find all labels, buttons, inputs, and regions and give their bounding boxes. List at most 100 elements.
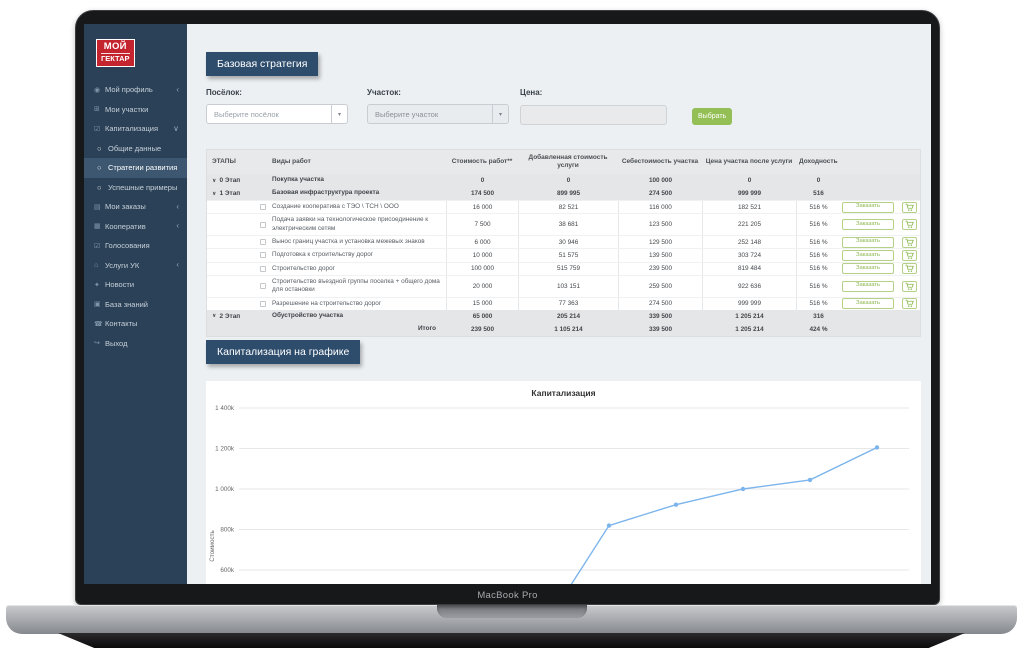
sidebar-menu: ◉ Мой профиль ‹ ⊞ Мои участки ☑ Капитали… — [84, 80, 187, 353]
order-button[interactable]: Заказать — [842, 237, 894, 248]
cart-icon — [905, 264, 914, 273]
cart-icon — [905, 203, 914, 212]
stage-toggle-icon[interactable]: ∨ — [212, 178, 216, 184]
work-row: Создание кооператива с ТЭО \ ТСН \ ООО 1… — [207, 200, 920, 213]
sidebar-item-development-strategies[interactable]: ○ Стратегии развития — [84, 158, 187, 178]
sidebar-item-cooperative[interactable]: ▦ Кооператив ‹ — [84, 217, 187, 237]
plot-select[interactable]: Выберите участок ▾ — [367, 104, 509, 124]
orders-icon: ▤ — [94, 203, 105, 211]
chart-section-title: Капитализация на графике — [206, 340, 360, 364]
work-row: Строительство дорог 100 000 515 759 239 … — [207, 262, 920, 275]
cart-button[interactable] — [902, 237, 917, 248]
logo-line1: МОЙ — [101, 42, 130, 52]
svg-text:Стоимость: Стоимость — [209, 530, 216, 562]
sidebar-item-logout[interactable]: ↪ Выход — [84, 334, 187, 354]
cart-icon — [905, 299, 914, 308]
chevron-left-icon: ‹ — [176, 86, 179, 94]
sidebar-item-profile[interactable]: ◉ Мой профиль ‹ — [84, 80, 187, 100]
plot-label: Участок: — [367, 88, 509, 97]
laptop-underside — [58, 633, 965, 648]
order-button[interactable]: Заказать — [842, 250, 894, 261]
cart-button[interactable] — [902, 298, 917, 309]
row-checkbox[interactable] — [260, 204, 266, 210]
deck-notch — [437, 605, 587, 618]
cart-icon — [905, 251, 914, 260]
logo-line2: ГЕКТАР — [101, 53, 130, 63]
row-checkbox[interactable] — [260, 283, 266, 289]
app-screen: МОЙ ГЕКТАР ◉ Мой профиль ‹ ⊞ Мои участки… — [84, 24, 931, 584]
village-select[interactable]: Выберите посёлок ▾ — [206, 104, 348, 124]
news-icon: ✦ — [94, 281, 105, 289]
work-row: Подготовка к строительству дорог 10 000 … — [207, 248, 920, 261]
chart-title: Капитализация — [206, 388, 921, 398]
sidebar-item-contacts[interactable]: ☎ Контакты — [84, 314, 187, 334]
works-table: ЭТАПЫ Виды работ Стоимость работ** Добав… — [206, 149, 921, 337]
chevron-left-icon: ‹ — [176, 203, 179, 211]
sidebar-item-news[interactable]: ✦ Новости — [84, 275, 187, 295]
order-button[interactable]: Заказать — [842, 263, 894, 274]
sidebar-item-uk-services[interactable]: ⌂ Услуги УК ‹ — [84, 256, 187, 276]
work-row: Вынос границ участка и установка межевых… — [207, 235, 920, 248]
sidebar-item-plots[interactable]: ⊞ Мои участки — [84, 100, 187, 120]
select-arrow-icon: ▾ — [331, 105, 347, 123]
sidebar-item-voting[interactable]: ☑ Голосования — [84, 236, 187, 256]
work-row: Подача заявки на технологическое присоед… — [207, 213, 920, 235]
cart-button[interactable] — [902, 219, 917, 230]
capitalization-chart: 1 400k1 200k1 000k800k600kСтоимость — [206, 381, 921, 584]
village-label: Посёлок: — [206, 88, 348, 97]
row-checkbox[interactable] — [260, 252, 266, 258]
stage-toggle-icon[interactable]: ∨ — [212, 313, 216, 319]
plots-icon: ⊞ — [94, 105, 105, 113]
svg-text:1 000k: 1 000k — [215, 486, 235, 493]
cart-icon — [905, 282, 914, 291]
sidebar-item-capitalization[interactable]: ☑ Капитализация ∨ — [84, 119, 187, 139]
chevron-left-icon: ‹ — [176, 261, 179, 269]
total-row: Итого 239 500 1 105 214 339 500 1 205 21… — [207, 323, 920, 336]
village-filter: Посёлок: Выберите посёлок ▾ — [206, 88, 348, 124]
cart-button[interactable] — [902, 263, 917, 274]
sidebar-item-success-examples[interactable]: ○ Успешные примеры — [84, 178, 187, 198]
chart-card: 1 400k1 200k1 000k800k600kСтоимость Капи… — [206, 381, 921, 584]
services-icon: ⌂ — [94, 262, 105, 269]
voting-icon: ☑ — [94, 242, 105, 250]
plot-filter: Участок: Выберите участок ▾ — [367, 88, 509, 124]
stage-row: ∨2 Этап Обустройство участка 65 000 205 … — [207, 310, 920, 323]
order-button[interactable]: Заказать — [842, 202, 894, 213]
sidebar: МОЙ ГЕКТАР ◉ Мой профиль ‹ ⊞ Мои участки… — [84, 24, 187, 584]
cart-button[interactable] — [902, 202, 917, 213]
price-label: Цена: — [520, 88, 667, 97]
svg-text:800k: 800k — [220, 527, 235, 534]
chevron-down-icon: ∨ — [173, 125, 179, 133]
row-checkbox[interactable] — [260, 301, 266, 307]
row-checkbox[interactable] — [260, 266, 266, 272]
order-button[interactable]: Заказать — [842, 298, 894, 309]
svg-text:1 200k: 1 200k — [215, 446, 235, 453]
capitalization-icon: ☑ — [94, 125, 105, 133]
sidebar-item-knowledge-base[interactable]: ▣ База знаний — [84, 295, 187, 315]
stage-row: ∨0 Этап Покупка участка 0 0 100 000 0 0 — [207, 174, 920, 187]
sidebar-item-general-data[interactable]: ○ Общие данные — [84, 139, 187, 159]
contacts-icon: ☎ — [94, 320, 105, 328]
knowledge-icon: ▣ — [94, 300, 105, 308]
order-button[interactable]: Заказать — [842, 281, 894, 292]
price-input[interactable] — [520, 105, 667, 125]
sidebar-item-orders[interactable]: ▤ Мои заказы ‹ — [84, 197, 187, 217]
user-icon: ◉ — [94, 86, 105, 94]
select-button[interactable]: Выбрать — [692, 108, 732, 125]
work-row: Строительство въездной группы поселка + … — [207, 275, 920, 297]
order-button[interactable]: Заказать — [842, 219, 894, 230]
row-checkbox[interactable] — [260, 239, 266, 245]
cart-icon — [905, 238, 914, 247]
radio-icon: ○ — [97, 183, 108, 192]
laptop-screen-bezel: МОЙ ГЕКТАР ◉ Мой профиль ‹ ⊞ Мои участки… — [75, 10, 940, 605]
stage-toggle-icon[interactable]: ∨ — [212, 191, 216, 197]
select-arrow-icon: ▾ — [492, 105, 508, 123]
cart-button[interactable] — [902, 281, 917, 292]
work-row: Разрешение на строительство дорог 15 000… — [207, 297, 920, 310]
svg-text:1 400k: 1 400k — [215, 405, 235, 412]
row-checkbox[interactable] — [260, 222, 266, 228]
price-filter: Цена: — [520, 88, 667, 125]
table-header: ЭТАПЫ Виды работ Стоимость работ** Добав… — [207, 150, 920, 174]
cart-button[interactable] — [902, 250, 917, 261]
laptop-deck — [6, 605, 1017, 634]
